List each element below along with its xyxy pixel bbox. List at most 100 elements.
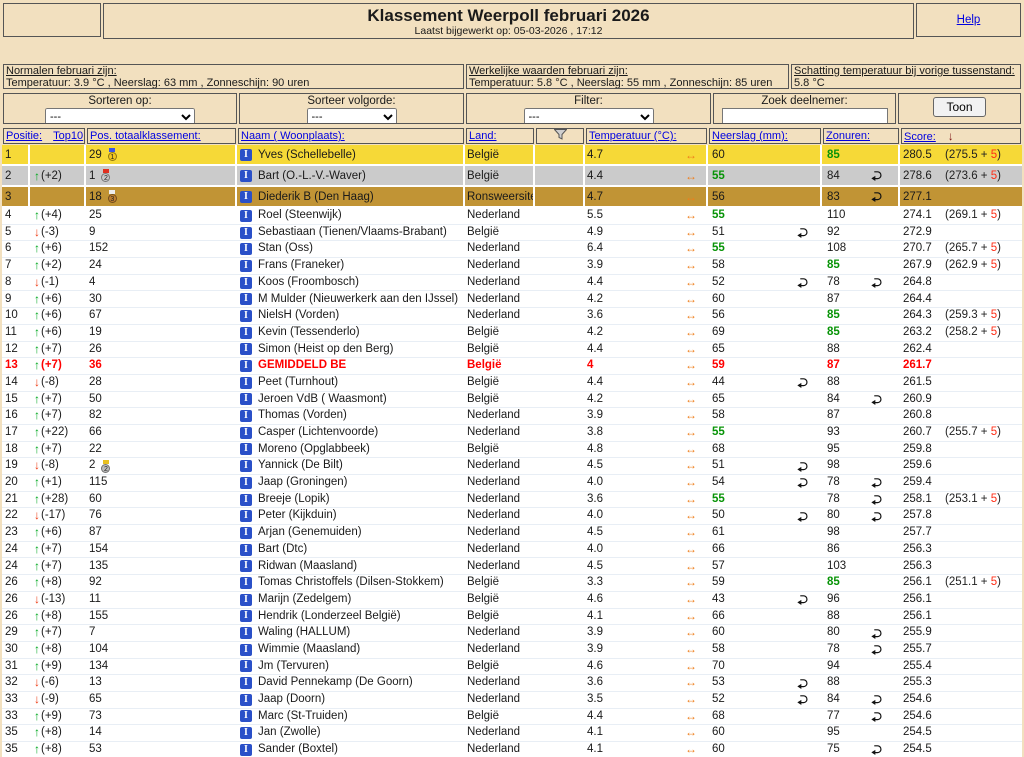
info-icon[interactable]: I (240, 191, 252, 203)
column-totaal-link[interactable]: Pos. totaalklassement: (90, 130, 201, 142)
table-row: 24↑(+7)135IRidwan (Maasland)Nederland4.5… (2, 558, 1022, 575)
column-temp-link[interactable]: Temperatuur (°C): (589, 130, 677, 142)
info-icon[interactable]: I (240, 610, 252, 622)
info-icon[interactable]: I (240, 460, 252, 472)
info-icon[interactable]: I (240, 710, 252, 722)
sort-select[interactable]: --- (45, 108, 195, 124)
info-icon[interactable]: I (240, 277, 252, 289)
info-icon[interactable]: I (240, 477, 252, 489)
help-link[interactable]: Help (957, 14, 981, 26)
name-cell: IM Mulder (Nieuwerkerk aan den IJssel) (237, 291, 465, 307)
search-input[interactable] (722, 108, 888, 124)
info-icon[interactable]: I (240, 243, 252, 255)
name-cell: IJaap (Groningen) (237, 475, 465, 491)
filter-select[interactable]: --- (524, 108, 654, 124)
info-icon[interactable]: I (240, 594, 252, 606)
info-icon[interactable]: I (240, 377, 252, 389)
score-value: 278.6 (903, 166, 945, 185)
sunhours-value: 110 (827, 208, 845, 224)
table-row: 26↑(+8)92ITomas Christoffels (Dilsen-Sto… (2, 575, 1022, 592)
trend-arrow-icon: ↔ (685, 292, 696, 308)
total-rank-cell: 22 (86, 442, 237, 458)
participant-name: Jm (Tervuren) (258, 659, 329, 675)
column-land-link[interactable]: Land: (469, 130, 497, 142)
temperature-cell: 3.6↔ (585, 675, 708, 691)
precipitation-value: 65 (712, 392, 725, 408)
info-icon[interactable]: I (240, 510, 252, 522)
temperature-value: 4 (587, 358, 593, 374)
precipitation-cell: 51 (708, 458, 822, 474)
column-score-link[interactable]: Score: (904, 131, 936, 143)
top10-delta: (+8) (41, 742, 62, 757)
score-bonus: 5 (991, 242, 997, 254)
info-icon[interactable]: I (240, 560, 252, 572)
top10-delta: (+8) (41, 725, 62, 741)
country-cell: Nederland (465, 742, 535, 757)
info-icon[interactable]: I (240, 644, 252, 656)
precipitation-value: 58 (712, 408, 725, 424)
temperature-value: 4.8 (587, 442, 603, 458)
temperature-cell: 3.9↔ (585, 258, 708, 274)
total-rank-cell: 134 (86, 659, 237, 675)
info-icon[interactable]: I (240, 310, 252, 322)
precipitation-cell: 58 (708, 642, 822, 658)
info-icon[interactable]: I (240, 694, 252, 706)
position-cell: 12 (2, 342, 30, 358)
participant-name: Marc (St-Truiden) (258, 709, 348, 725)
score-cell: 264.3(259.3 + 5) (900, 308, 1022, 324)
info-icon[interactable]: I (240, 443, 252, 455)
info-icon[interactable]: I (240, 677, 252, 689)
changed-answer-icon (870, 694, 882, 705)
info-icon[interactable]: I (240, 427, 252, 439)
position-cell: 3 (2, 187, 30, 206)
filter-funnel-icon[interactable] (554, 129, 567, 143)
participant-name: Jaap (Doorn) (258, 692, 325, 708)
info-icon[interactable]: I (240, 727, 252, 739)
country-cell: Nederland (465, 291, 535, 307)
column-naam-link[interactable]: Naam ( Woonplaats): (241, 130, 345, 142)
info-icon[interactable]: I (240, 744, 252, 756)
info-icon[interactable]: I (240, 149, 252, 161)
precipitation-value: 66 (712, 609, 725, 625)
temperature-cell: 4.2↔ (585, 325, 708, 341)
info-icon[interactable]: I (240, 410, 252, 422)
column-neerslag-link[interactable]: Neerslag (mm): (712, 130, 788, 142)
info-icon[interactable]: I (240, 293, 252, 305)
order-select[interactable]: --- (307, 108, 397, 124)
up-arrow-icon: ↑ (34, 725, 40, 741)
info-icon[interactable]: I (240, 260, 252, 272)
up-arrow-icon: ↑ (34, 425, 40, 441)
total-rank-cell: 73 (86, 709, 237, 725)
score-value: 263.2 (903, 325, 945, 341)
up-arrow-icon: ↑ (34, 442, 40, 458)
info-icon[interactable]: I (240, 577, 252, 589)
up-arrow-icon: ↑ (34, 625, 40, 641)
temperature-value: 3.6 (587, 492, 603, 508)
info-icon[interactable]: I (240, 343, 252, 355)
sunhours-value: 85 (827, 258, 840, 274)
info-icon[interactable]: I (240, 170, 252, 182)
info-icon[interactable]: I (240, 210, 252, 222)
trend-arrow-icon: ↔ (685, 166, 696, 185)
participant-name: Diederik B (Den Haag) (258, 187, 374, 206)
column-positie-link[interactable]: Positie: (6, 130, 42, 142)
info-icon[interactable]: I (240, 527, 252, 539)
name-cell: IBreeje (Lopik) (237, 492, 465, 508)
info-icon[interactable]: I (240, 494, 252, 506)
changed-answer-icon (870, 511, 882, 522)
info-icon[interactable]: I (240, 627, 252, 639)
info-icon[interactable]: I (240, 227, 252, 239)
info-icon[interactable]: I (240, 327, 252, 339)
show-button[interactable]: Toon (933, 97, 985, 117)
temperature-cell: 4.8↔ (585, 442, 708, 458)
trend-arrow-icon: ↔ (685, 525, 696, 541)
score-cell: 256.3 (900, 558, 1022, 574)
score-cell: 262.4 (900, 342, 1022, 358)
column-top10-link[interactable]: Top10 (53, 130, 83, 142)
table-row: 12↑(+7)26ISimon (Heist op den Berg)Belgi… (2, 342, 1022, 359)
info-icon[interactable]: I (240, 393, 252, 405)
info-icon[interactable]: I (240, 360, 252, 372)
column-zonuren-link[interactable]: Zonuren: (826, 130, 870, 142)
info-icon[interactable]: I (240, 660, 252, 672)
info-icon[interactable]: I (240, 544, 252, 556)
